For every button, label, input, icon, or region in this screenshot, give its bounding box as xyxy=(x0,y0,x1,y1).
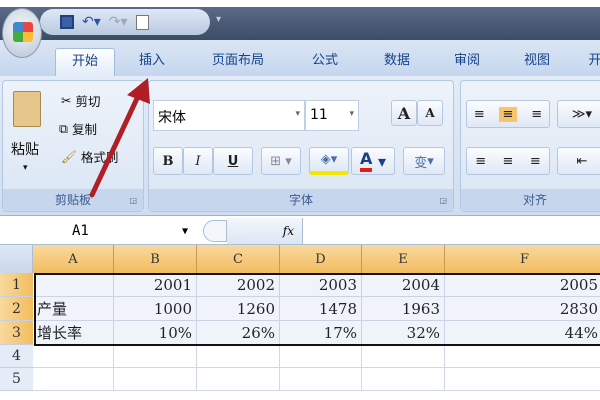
red-arrow-annotation xyxy=(89,78,150,198)
